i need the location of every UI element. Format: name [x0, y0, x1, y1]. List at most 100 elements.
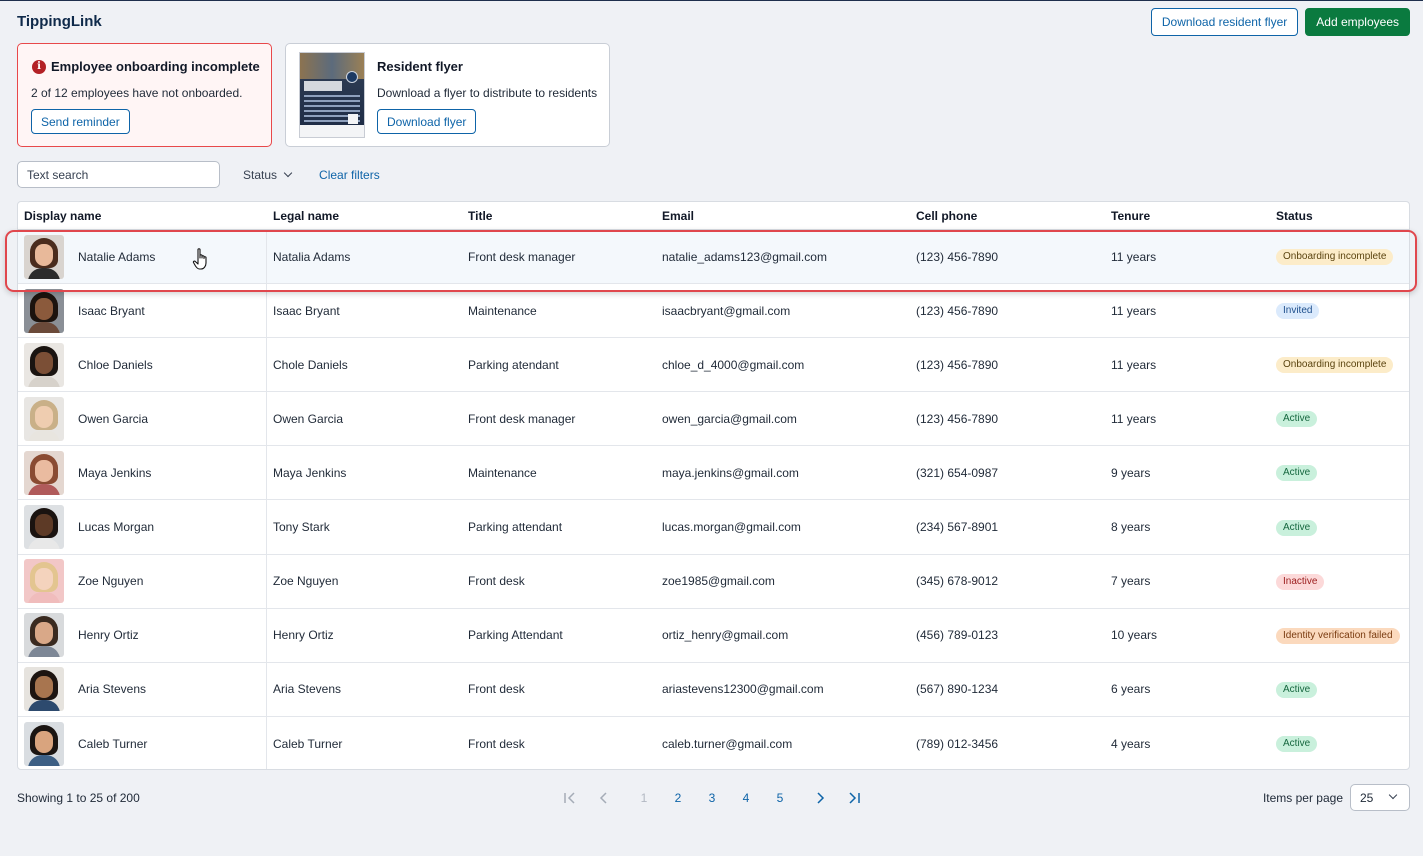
- job-title: Parking Attendant: [468, 628, 563, 643]
- table-body: Natalie Adams Natalia Adams Front desk m…: [18, 230, 1409, 769]
- display-name: Owen Garcia: [78, 411, 149, 426]
- send-reminder-button[interactable]: Send reminder: [31, 109, 130, 134]
- table-header: Display name Legal name Title Email Cell…: [18, 202, 1409, 230]
- legal-name: Tony Stark: [273, 520, 330, 535]
- table-row[interactable]: Caleb Turner Caleb Turner Front desk cal…: [18, 716, 1409, 769]
- items-per-page-select[interactable]: 25: [1350, 784, 1410, 811]
- legal-name: Natalia Adams: [273, 249, 351, 264]
- page-3[interactable]: 3: [695, 791, 729, 805]
- status-filter-dropdown[interactable]: Status: [243, 167, 293, 182]
- table-row[interactable]: Henry Ortiz Henry Ortiz Parking Attendan…: [18, 608, 1409, 663]
- legal-name: Zoe Nguyen: [273, 574, 339, 589]
- job-title: Maintenance: [468, 465, 537, 480]
- cell-phone: (345) 678-9012: [916, 574, 999, 589]
- cell-phone: (789) 012-3456: [916, 736, 999, 751]
- status-badge: Onboarding incomplete: [1276, 249, 1394, 266]
- table-row[interactable]: Chloe Daniels Chole Daniels Parking aten…: [18, 338, 1409, 393]
- resident-flyer-card: Resident flyer Download a flyer to distr…: [285, 43, 610, 147]
- column-header-cell-phone[interactable]: Cell phone: [910, 209, 1105, 223]
- email: zoe1985@gmail.com: [662, 574, 775, 589]
- alert-title: Employee onboarding incomplete: [51, 59, 260, 74]
- status-badge: Onboarding incomplete: [1276, 357, 1394, 374]
- email: lucas.morgan@gmail.com: [662, 520, 801, 535]
- display-name: Henry Ortiz: [78, 628, 139, 643]
- page-5[interactable]: 5: [763, 791, 797, 805]
- cell-phone: (123) 456-7890: [916, 303, 999, 318]
- status-badge: Invited: [1276, 303, 1320, 320]
- legal-name: Isaac Bryant: [273, 303, 340, 318]
- legal-name: Henry Ortiz: [273, 628, 334, 643]
- display-name: Zoe Nguyen: [78, 574, 144, 589]
- email: chloe_d_4000@gmail.com: [662, 357, 805, 372]
- display-name: Lucas Morgan: [78, 520, 155, 535]
- tenure: 11 years: [1111, 303, 1157, 318]
- job-title: Parking attendant: [468, 520, 563, 535]
- legal-name: Caleb Turner: [273, 736, 343, 751]
- job-title: Maintenance: [468, 303, 537, 318]
- avatar: [24, 288, 64, 333]
- table-row[interactable]: Isaac Bryant Isaac Bryant Maintenance is…: [18, 284, 1409, 339]
- chevron-down-icon: [1388, 790, 1398, 800]
- avatar: [24, 721, 64, 766]
- column-header-email[interactable]: Email: [656, 209, 910, 223]
- download-resident-flyer-button[interactable]: Download resident flyer: [1150, 8, 1299, 36]
- table-row[interactable]: Aria Stevens Aria Stevens Front desk ari…: [18, 662, 1409, 717]
- first-page-icon[interactable]: [553, 791, 587, 804]
- table-row[interactable]: Zoe Nguyen Zoe Nguyen Front desk zoe1985…: [18, 554, 1409, 609]
- email: ariastevens12300@gmail.com: [662, 682, 824, 697]
- status-filter-label: Status: [243, 167, 278, 182]
- cell-phone: (234) 567-8901: [916, 520, 999, 535]
- items-per-page-value: 25: [1360, 790, 1374, 805]
- table-row[interactable]: Maya Jenkins Maya Jenkins Maintenance ma…: [18, 446, 1409, 501]
- cell-phone: (123) 456-7890: [916, 249, 999, 264]
- search-input[interactable]: [17, 161, 220, 188]
- job-title: Front desk: [468, 682, 525, 697]
- status-badge: Active: [1276, 681, 1318, 698]
- table-row[interactable]: Natalie Adams Natalia Adams Front desk m…: [18, 230, 1409, 285]
- table-row[interactable]: Owen Garcia Owen Garcia Front desk manag…: [18, 392, 1409, 447]
- flyer-title: Resident flyer: [377, 59, 463, 74]
- download-flyer-button[interactable]: Download flyer: [377, 109, 477, 134]
- tenure: 9 years: [1111, 465, 1151, 480]
- table-footer: Showing 1 to 25 of 200 1 2 3 4 5 Items p…: [17, 784, 1410, 811]
- clear-filters-link[interactable]: Clear filters: [319, 168, 380, 182]
- pagination: 1 2 3 4 5: [553, 784, 871, 811]
- tenure: 11 years: [1111, 357, 1157, 372]
- next-page-icon[interactable]: [803, 791, 837, 804]
- last-page-icon[interactable]: [837, 791, 871, 804]
- column-header-legal-name[interactable]: Legal name: [267, 209, 462, 223]
- display-name: Isaac Bryant: [78, 303, 145, 318]
- page-1[interactable]: 1: [627, 791, 661, 805]
- status-badge: Active: [1276, 465, 1318, 482]
- tenure: 11 years: [1111, 249, 1157, 264]
- job-title: Front desk: [468, 574, 525, 589]
- flyer-message: Download a flyer to distribute to reside…: [377, 86, 598, 100]
- legal-name: Maya Jenkins: [273, 465, 347, 480]
- job-title: Front desk manager: [468, 411, 576, 426]
- column-header-status[interactable]: Status: [1270, 209, 1409, 223]
- email: owen_garcia@gmail.com: [662, 411, 797, 426]
- page-2[interactable]: 2: [661, 791, 695, 805]
- page-4[interactable]: 4: [729, 791, 763, 805]
- add-employees-button[interactable]: Add employees: [1305, 8, 1410, 36]
- header-actions: Download resident flyer Add employees: [1150, 8, 1410, 36]
- column-header-title[interactable]: Title: [462, 209, 656, 223]
- column-header-display-name[interactable]: Display name: [18, 202, 267, 229]
- table-row[interactable]: Lucas Morgan Tony Stark Parking attendan…: [18, 500, 1409, 555]
- avatar: [24, 342, 64, 387]
- chevron-down-icon: [283, 168, 293, 178]
- avatar: [24, 396, 64, 441]
- tenure: 7 years: [1111, 574, 1151, 589]
- avatar: [24, 559, 64, 604]
- avatar: [24, 667, 64, 712]
- email: natalie_adams123@gmail.com: [662, 249, 827, 264]
- info-icon: i: [32, 59, 46, 74]
- legal-name: Owen Garcia: [273, 411, 344, 426]
- cell-phone: (567) 890-1234: [916, 682, 999, 697]
- status-badge: Identity verification failed: [1276, 627, 1400, 644]
- column-header-tenure[interactable]: Tenure: [1105, 209, 1270, 223]
- previous-page-icon[interactable]: [587, 791, 621, 804]
- cell-phone: (123) 456-7890: [916, 411, 999, 426]
- employees-table: Display name Legal name Title Email Cell…: [17, 201, 1410, 770]
- job-title: Parking atendant: [468, 357, 559, 372]
